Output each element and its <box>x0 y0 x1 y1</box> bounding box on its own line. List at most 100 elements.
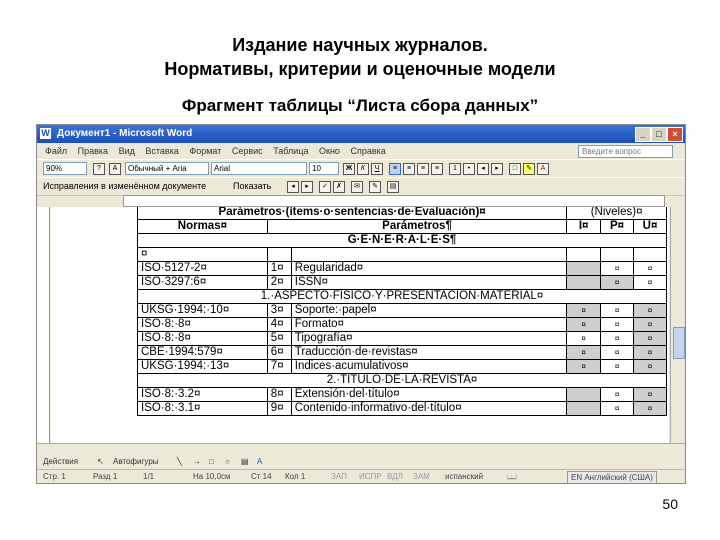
table-row: ISO·8:·8¤ 5¤ Tipografía¤ ¤ ¤ ¤ <box>137 331 667 346</box>
comment-icon[interactable]: ✉ <box>351 181 363 193</box>
minimize-button[interactable]: _ <box>635 127 651 142</box>
level-cell-u[interactable]: ¤ <box>633 275 667 290</box>
select-objects-icon[interactable]: ↖ <box>97 455 104 469</box>
level-cell-i[interactable]: ¤ <box>566 359 602 374</box>
level-cell-i[interactable]: ¤ <box>566 303 602 318</box>
menu-help[interactable]: Справка <box>350 143 385 159</box>
level-cell-p[interactable]: ¤ <box>600 345 635 360</box>
horizontal-ruler[interactable] <box>123 195 665 207</box>
level-cell-p[interactable]: ¤ <box>600 303 635 318</box>
num-cell: 1¤ <box>266 261 292 276</box>
level-cell-p[interactable]: ¤ <box>600 261 635 276</box>
bold-icon[interactable]: Ж <box>343 163 355 175</box>
document-area[interactable]: Parámetros·(ítems·o·sentencias·de·Evalua… <box>51 207 669 443</box>
arrow-icon[interactable]: → <box>193 455 201 469</box>
level-cell-p[interactable]: ¤ <box>600 317 635 332</box>
menu-tools[interactable]: Сервис <box>232 143 263 159</box>
track-icon[interactable]: ✎ <box>369 181 381 193</box>
zoom-combo[interactable]: 90% <box>43 162 87 175</box>
line-icon[interactable]: ╲ <box>177 455 182 469</box>
scroll-thumb[interactable] <box>673 327 685 359</box>
menu-edit[interactable]: Правка <box>78 143 108 159</box>
col-header-norms: Normas¤ <box>137 219 268 234</box>
status-section: Разд 1 <box>93 472 118 481</box>
font-size-combo[interactable]: 10 <box>309 162 339 175</box>
align-left-icon[interactable]: ≡ <box>389 163 401 175</box>
level-cell-i[interactable] <box>566 387 602 402</box>
borders-icon[interactable]: □ <box>509 163 521 175</box>
maximize-button[interactable]: □ <box>651 127 667 142</box>
status-rec[interactable]: ЗАП <box>331 470 347 483</box>
status-ext[interactable]: ВДЛ <box>387 470 403 483</box>
bullets-icon[interactable]: • <box>463 163 475 175</box>
help-question-input[interactable]: Введите вопрос <box>578 145 673 158</box>
level-cell-u[interactable]: ¤ <box>633 387 667 402</box>
help-icon[interactable]: ? <box>93 163 105 175</box>
level-cell-u[interactable]: ¤ <box>633 331 667 346</box>
title-bar[interactable]: W Документ1 - Microsoft Word _ □ × <box>37 125 685 143</box>
reject-change-icon[interactable]: ✗ <box>333 181 345 193</box>
justify-icon[interactable]: ≡ <box>431 163 443 175</box>
level-cell-i[interactable] <box>566 275 602 290</box>
level-cell-u[interactable]: ¤ <box>633 345 667 360</box>
font-color-icon[interactable]: A <box>537 163 549 175</box>
decrease-indent-icon[interactable]: ◂ <box>477 163 489 175</box>
numbering-icon[interactable]: 1 <box>449 163 461 175</box>
oval-icon[interactable]: ○ <box>225 455 230 469</box>
textbox-icon[interactable]: ▤ <box>241 455 249 469</box>
level-cell-p[interactable]: ¤ <box>600 387 635 402</box>
table-row: UKSG·1994:·10¤ 3¤ Soporte:·papel¤ ¤ ¤ ¤ <box>137 303 667 318</box>
prev-change-icon[interactable]: ◂ <box>287 181 299 193</box>
level-cell-u[interactable]: ¤ <box>633 303 667 318</box>
close-button[interactable]: × <box>667 127 683 142</box>
underline-icon[interactable]: Ч <box>371 163 383 175</box>
menu-file[interactable]: Файл <box>45 143 67 159</box>
menu-table[interactable]: Таблица <box>273 143 308 159</box>
status-ovr[interactable]: ЗАМ <box>413 470 430 483</box>
reviewing-pane-icon[interactable]: ▤ <box>387 181 399 193</box>
level-cell-u[interactable]: ¤ <box>633 401 667 416</box>
rectangle-icon[interactable]: □ <box>209 455 214 469</box>
vertical-ruler[interactable] <box>37 207 50 443</box>
level-cell-u[interactable]: ¤ <box>633 359 667 374</box>
level-cell-u[interactable]: ¤ <box>633 317 667 332</box>
keyboard-language[interactable]: EN Английский (США) <box>567 471 657 483</box>
increase-indent-icon[interactable]: ▸ <box>491 163 503 175</box>
spelling-book-icon[interactable]: 📖 <box>507 470 517 483</box>
level-cell-p[interactable]: ¤ <box>600 331 635 346</box>
col-header-params: Parámetros¶ <box>266 219 568 234</box>
italic-icon[interactable]: К <box>357 163 369 175</box>
highlight-icon[interactable]: ✎ <box>523 163 535 175</box>
level-cell-i[interactable] <box>566 261 602 276</box>
page-number: 50 <box>662 496 678 512</box>
accept-change-icon[interactable]: ✓ <box>319 181 331 193</box>
level-cell-p[interactable]: ¤ <box>600 359 635 374</box>
level-cell-p[interactable]: ¤ <box>600 401 635 416</box>
wordart-icon[interactable]: A <box>257 455 262 469</box>
level-cell-i[interactable]: ¤ <box>566 345 602 360</box>
status-trk[interactable]: ИСПР <box>359 470 382 483</box>
level-cell-u[interactable]: ¤ <box>633 261 667 276</box>
param-cell: Soporte:·papel¤ <box>290 303 568 318</box>
align-right-icon[interactable]: ≡ <box>417 163 429 175</box>
font-combo[interactable]: Arial <box>211 162 307 175</box>
show-menu[interactable]: Показать <box>233 181 271 192</box>
vertical-scrollbar[interactable] <box>670 207 685 443</box>
track-changes-mode[interactable]: Исправления в изменённом документе <box>43 181 206 192</box>
level-cell-i[interactable]: ¤ <box>566 331 602 346</box>
draw-actions-menu[interactable]: Действия <box>43 455 78 469</box>
menu-window[interactable]: Окно <box>319 143 340 159</box>
num-cell: 2¤ <box>266 275 292 290</box>
style-combo[interactable]: Обычный + Ariа <box>125 162 209 175</box>
align-center-icon[interactable]: ≡ <box>403 163 415 175</box>
menu-format[interactable]: Формат <box>189 143 221 159</box>
menu-insert[interactable]: Вставка <box>145 143 178 159</box>
styles-pane-icon[interactable]: A <box>109 163 121 175</box>
autoshapes-menu[interactable]: Автофигуры <box>113 455 159 469</box>
next-change-icon[interactable]: ▸ <box>301 181 313 193</box>
status-language[interactable]: испанский <box>445 470 483 483</box>
level-cell-p[interactable]: ¤ <box>600 275 635 290</box>
level-cell-i[interactable]: ¤ <box>566 317 602 332</box>
level-cell-i[interactable] <box>566 401 602 416</box>
menu-view[interactable]: Вид <box>119 143 135 159</box>
